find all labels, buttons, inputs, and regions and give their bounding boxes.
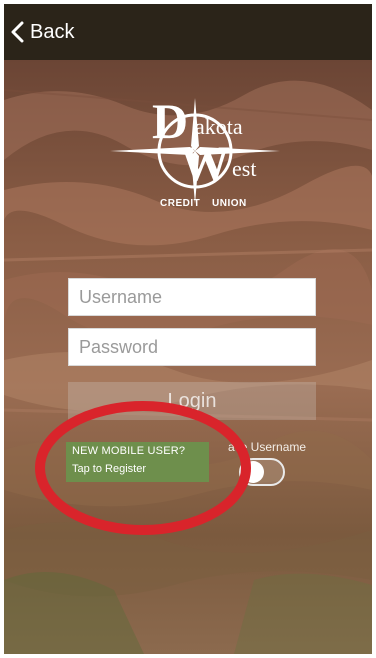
login-button[interactable]: Login	[68, 382, 316, 420]
username-input[interactable]	[68, 278, 316, 316]
register-button[interactable]: NEW MOBILE USER? Tap to Register	[66, 442, 209, 482]
chevron-left-icon	[11, 21, 24, 43]
logo-letter-w: W	[180, 135, 230, 191]
logo-tagline-union: UNION	[212, 198, 247, 209]
register-subtitle: Tap to Register	[72, 463, 146, 475]
logo-tagline-credit: CREDIT	[160, 198, 201, 209]
toggle-knob	[242, 461, 264, 483]
password-input[interactable]	[68, 328, 316, 366]
register-title: NEW MOBILE USER?	[72, 445, 186, 457]
save-username-toggle[interactable]	[239, 458, 285, 486]
back-button[interactable]: Back	[10, 21, 74, 44]
save-username-label: ave Username	[228, 440, 307, 454]
navigation-bar: Back	[4, 4, 372, 60]
back-label: Back	[30, 20, 75, 43]
app-screen: Back D akota W est CREDIT UNION Username…	[4, 4, 372, 654]
dakota-west-credit-union-logo: D akota W est CREDIT UNION	[100, 93, 290, 216]
logo-word-west: est	[232, 156, 257, 181]
